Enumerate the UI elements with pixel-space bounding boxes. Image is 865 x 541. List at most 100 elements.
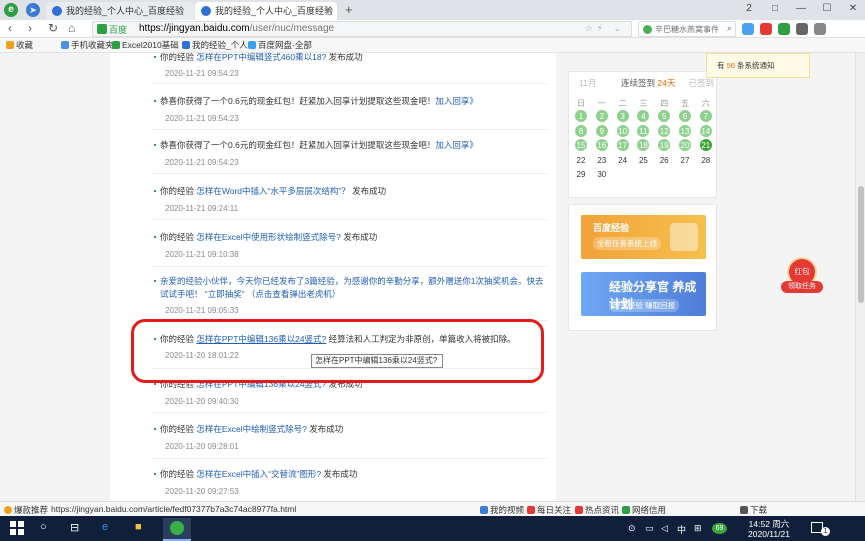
extension-icon[interactable] <box>742 23 754 35</box>
forward-icon[interactable]: › <box>28 21 32 35</box>
browser-taskbar-button[interactable] <box>163 518 191 541</box>
calendar-day[interactable]: 21 <box>696 139 716 151</box>
url-field[interactable]: 百度 https://jingyan.baidu.com/user/nuc/me… <box>92 21 632 37</box>
task-view-icon[interactable]: ⊟ <box>70 521 79 536</box>
calendar-day[interactable]: 2 <box>592 110 612 122</box>
url-tools-icon[interactable]: ☆⚡ ⌄ <box>585 23 625 34</box>
calendar-day[interactable]: 24 <box>613 155 633 166</box>
calendar-day[interactable]: 14 <box>696 124 716 137</box>
calendar-day[interactable]: 1 <box>571 110 591 122</box>
search-input[interactable] <box>655 23 723 35</box>
tray-icon[interactable]: ⊙ <box>628 523 636 534</box>
bookmark-excel[interactable]: Excel2010基础 <box>112 39 179 51</box>
article-link[interactable]: 怎样在Word中插入“水平多层层次结构”？ <box>196 186 349 196</box>
calendar-day[interactable]: 17 <box>613 139 633 151</box>
bookmark-mobile[interactable]: 手机收藏夹 <box>61 39 114 51</box>
bookmark-baidu-pan[interactable]: 百度网盘-全部 <box>248 39 312 51</box>
calendar-day[interactable]: 19 <box>654 139 674 151</box>
calendar-day[interactable]: 26 <box>654 155 674 166</box>
calendar-day[interactable]: 4 <box>633 110 653 122</box>
timestamp: 2020-11-21 09:54:23 <box>165 69 239 78</box>
calendar-day[interactable]: 15 <box>571 139 591 151</box>
red-envelope-widget[interactable]: 红包 领取任务 <box>779 257 825 297</box>
article-link[interactable]: 怎样在Excel中绘制竖式除号? <box>196 424 307 434</box>
browser-logo-icon[interactable]: e <box>4 3 18 17</box>
calendar-day[interactable]: 22 <box>571 155 591 166</box>
calendar-day[interactable]: 25 <box>633 155 653 166</box>
calendar-day[interactable]: 12 <box>654 124 674 137</box>
bookmark-favorites[interactable]: 收藏 <box>6 39 33 51</box>
calendar-day[interactable]: 8 <box>571 124 591 137</box>
calendar-day[interactable]: 16 <box>592 139 612 151</box>
calendar-day[interactable]: 29 <box>571 169 591 180</box>
join-share-link[interactable]: 加入回享》 <box>435 96 478 106</box>
calendar-day[interactable]: 9 <box>592 124 612 137</box>
tab-counter[interactable]: 2 <box>741 3 757 14</box>
tray-badge[interactable]: 69 <box>712 523 727 534</box>
calendar-day[interactable]: 27 <box>675 155 695 166</box>
tab-my-experience-2[interactable]: 我的经验_个人中心_百度经验 × <box>195 2 337 20</box>
start-button[interactable] <box>10 521 24 535</box>
close-tab-icon[interactable]: × <box>325 2 331 20</box>
edge-icon[interactable]: e <box>102 521 108 536</box>
refresh-icon[interactable]: ↻ <box>48 21 58 35</box>
back-icon[interactable]: ‹ <box>8 21 12 35</box>
system-notification[interactable]: 有 56 条系统通知 <box>706 53 810 78</box>
skin-icon[interactable]: □ <box>767 3 783 14</box>
folder-icon[interactable]: ■ <box>135 521 142 536</box>
minimize-button[interactable]: — <box>793 3 809 14</box>
calendar-day[interactable]: 13 <box>675 124 695 137</box>
status-credit[interactable]: 网络信用 <box>622 504 666 516</box>
claim-task-button[interactable]: 领取任务 <box>781 281 823 293</box>
system-clock[interactable]: 14:52 周六 2020/11/21 <box>745 519 793 539</box>
bookmark-my-experience[interactable]: 我的经验_个人 <box>182 39 248 51</box>
article-link[interactable]: 怎样在Excel中插入“交替流”图形? <box>196 469 321 479</box>
share-officer-banner[interactable]: 经验分享官 养成计划 分享经验 赚取回报 <box>581 272 706 316</box>
article-link[interactable]: 怎样在Excel中使用形状绘制竖式除号? <box>196 232 341 242</box>
join-share-link[interactable]: 加入回享》 <box>435 140 478 150</box>
search-icon[interactable]: ○ <box>40 521 47 536</box>
scrollbar-thumb[interactable] <box>858 186 864 303</box>
network-icon[interactable]: ▭ <box>645 523 654 534</box>
search-engine-icon[interactable] <box>643 25 652 34</box>
status-my-videos[interactable]: 我的视频 <box>480 504 524 516</box>
calendar-day[interactable]: 5 <box>654 110 674 122</box>
status-download[interactable]: 下载 <box>740 504 767 516</box>
task-system-banner[interactable]: 百度经验 全新任务系统上线 <box>581 215 706 259</box>
tab-my-experience-1[interactable]: 我的经验_个人中心_百度经验 <box>46 2 194 20</box>
extension-icon[interactable] <box>760 23 772 35</box>
menu-icon[interactable] <box>814 23 826 35</box>
volume-icon[interactable]: ◁ <box>661 523 668 534</box>
calendar-day[interactable]: 23 <box>592 155 612 166</box>
url-text[interactable]: https://jingyan.baidu.com/user/nuc/messa… <box>139 23 334 34</box>
status-hot-news[interactable]: 热点资讯 <box>575 504 619 516</box>
calendar-day[interactable]: 7 <box>696 110 716 122</box>
calendar-day[interactable]: 28 <box>696 155 716 166</box>
list-item: 你的经验 怎样在PPT中编辑竖式460乘以18? 发布成功 2020-11-21… <box>151 53 547 84</box>
calendar-day[interactable]: 3 <box>613 110 633 122</box>
extension-icon[interactable] <box>778 23 790 35</box>
search-box[interactable]: ⌕ <box>638 21 736 37</box>
calendar-day[interactable]: 11 <box>633 124 653 137</box>
calendar-day[interactable]: 6 <box>675 110 695 122</box>
article-link[interactable]: 怎样在PPT中编辑136乘以24竖式? <box>196 334 326 344</box>
home-icon[interactable]: ⌂ <box>68 21 75 35</box>
pinned-tab-icon[interactable]: ➤ <box>26 3 40 17</box>
calendar-day[interactable]: 18 <box>633 139 653 151</box>
hot-recommend[interactable]: 爆款推荐 <box>4 504 48 516</box>
calendar-day[interactable]: 20 <box>675 139 695 151</box>
new-tab-button[interactable]: + <box>345 2 353 17</box>
lottery-link[interactable]: 亲爱的经验小伙伴，今天你已经发布了3篇经验，为感谢你的辛勤分享，额外赠送你1次抽… <box>160 276 543 299</box>
ime-indicator[interactable]: 中 <box>677 523 686 536</box>
input-method-icon[interactable]: ⊞ <box>694 523 702 534</box>
close-window-button[interactable]: ✕ <box>845 3 861 14</box>
calendar-day[interactable]: 30 <box>592 169 612 180</box>
article-link[interactable]: 怎样在PPT中编辑136乘以24竖式? <box>196 379 326 389</box>
search-icon[interactable]: ⌕ <box>727 23 732 34</box>
article-link[interactable]: 怎样在PPT中编辑竖式460乘以18? <box>196 53 326 62</box>
calendar-day[interactable]: 10 <box>613 124 633 137</box>
page-scrollbar[interactable] <box>855 53 865 501</box>
status-daily-focus[interactable]: 每日关注 <box>527 504 571 516</box>
maximize-button[interactable]: ☐ <box>819 3 835 14</box>
grid-icon[interactable] <box>796 23 808 35</box>
